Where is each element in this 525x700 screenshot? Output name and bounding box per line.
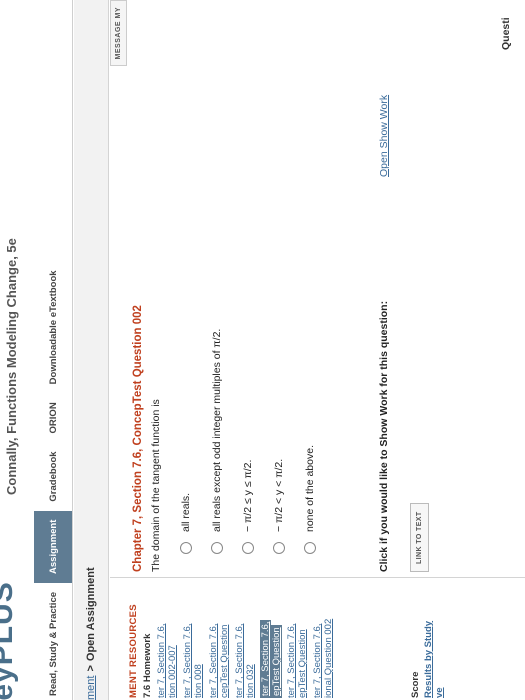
open-show-work-link[interactable]: Open Show Work	[378, 95, 390, 177]
radio-button[interactable]	[242, 542, 254, 554]
sidebar-link[interactable]: tion 008	[193, 664, 204, 698]
sidebar-link[interactable]: tion 002-007	[167, 645, 178, 698]
breadcrumb-separator: >	[85, 665, 97, 672]
results-by-study-link[interactable]: Results by Study ve	[423, 621, 445, 698]
sidebar-link[interactable]: ional Question 002	[323, 619, 334, 698]
sidebar-link-current[interactable]: ter 7, Section 7.6,	[260, 619, 271, 698]
answer-option-label: all reals except odd integer multiples o…	[211, 328, 223, 532]
nav-orion[interactable]: ORION	[34, 393, 72, 442]
breadcrumb: ment > Open Assignment	[74, 0, 109, 700]
show-work-prompt: Click if you would like to Show Work for…	[378, 300, 390, 572]
answer-option-3[interactable]: − π/2 ≤ y ≤ π/2.	[242, 460, 254, 554]
radio-button[interactable]	[273, 542, 285, 554]
nav-gradebook[interactable]: Gradebook	[34, 442, 72, 510]
sidebar-link[interactable]: ter 7, Section 7.6,	[156, 624, 167, 698]
answer-option-label: − π/2 < y < π/2.	[273, 458, 285, 532]
book-title: Connally, Functions Modeling Change, 5e	[4, 238, 19, 495]
answer-option-1[interactable]: all reals.	[180, 493, 192, 554]
radio-button[interactable]	[211, 542, 223, 554]
radio-button[interactable]	[180, 542, 192, 554]
sidebar-link[interactable]: epTest Question	[297, 629, 308, 698]
sidebar-link[interactable]: ter 7, Section 7.6,	[182, 624, 193, 698]
sidebar-subheading: 7.6 Homework	[142, 633, 153, 698]
results-by-study-link-text-2: ve	[434, 687, 445, 698]
header-bar: leyPLUS Connally, Functions Modeling Cha…	[0, 0, 73, 700]
question-text: The domain of the tangent function is	[150, 399, 162, 572]
question-panel: Chapter 7, Section 7.6, ConcepTest Quest…	[110, 0, 525, 572]
sidebar-link[interactable]: ter 7, Section 7.6,	[312, 624, 323, 698]
sidebar-link[interactable]: ter 7, Section 7.6,	[208, 624, 219, 698]
sidebar-link[interactable]: ter 7, Section 7.6,	[286, 624, 297, 698]
sidebar-link[interactable]: cepTest Question	[219, 625, 230, 698]
app-window: leyPLUS Connally, Functions Modeling Cha…	[0, 0, 525, 700]
sidebar-link-current[interactable]: epTest Question	[271, 625, 282, 698]
radio-button[interactable]	[304, 542, 316, 554]
main-nav: Read, Study & Practice Assignment Gradeb…	[34, 261, 72, 700]
sidebar-link[interactable]: tion 032	[245, 664, 256, 698]
answer-option-4[interactable]: − π/2 < y < π/2.	[273, 459, 285, 554]
link-to-text-button[interactable]: LINK TO TEXT	[410, 503, 429, 572]
answer-option-2[interactable]: all reals except odd integer multiples o…	[211, 329, 223, 554]
sidebar-heading: MENT RESOURCES	[128, 604, 139, 698]
logo: leyPLUS	[0, 581, 19, 700]
nav-read-study-practice[interactable]: Read, Study & Practice	[34, 583, 72, 700]
answer-option-label: none of the above.	[304, 445, 316, 532]
answer-option-label: all reals.	[180, 492, 192, 532]
answer-option-label: − π/2 ≤ y ≤ π/2.	[242, 459, 254, 532]
sidebar-link[interactable]: ter 7, Section 7.6,	[234, 624, 245, 698]
answer-option-5[interactable]: none of the above.	[304, 445, 316, 554]
nav-assignment[interactable]: Assignment	[34, 510, 72, 583]
breadcrumb-link[interactable]: ment	[85, 676, 97, 700]
question-footer-label: Questi	[500, 17, 512, 50]
sidebar: MENT RESOURCES 7.6 Homework ter 7, Secti…	[110, 577, 525, 700]
nav-downloadable-etextbook[interactable]: Downloadable eTextbook	[34, 261, 72, 393]
breadcrumb-current: Open Assignment	[85, 567, 97, 662]
score-label: Score	[410, 671, 421, 698]
question-title: Chapter 7, Section 7.6, ConcepTest Quest…	[132, 305, 144, 572]
results-by-study-link-text: Results by Study	[423, 620, 434, 698]
